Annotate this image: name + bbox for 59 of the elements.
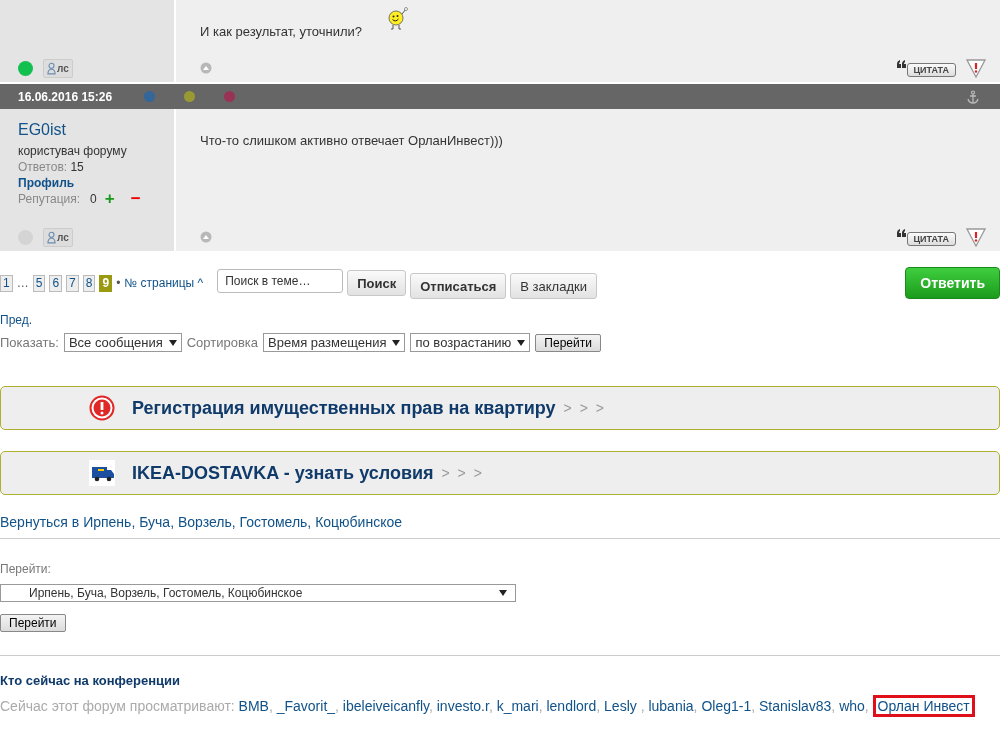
post-text: И как результат, уточнили? [200, 24, 364, 39]
reputation-value: 0 [90, 192, 97, 206]
user-link[interactable]: who [839, 698, 865, 714]
forum-select[interactable]: Ирпень, Буча, Ворзель, Гостомель, Коцюбинское [0, 584, 516, 602]
quote-marks-icon [896, 59, 907, 68]
private-message-button[interactable]: лс [43, 228, 73, 247]
back-to-forum-link[interactable]: Вернуться в Ирпень, Буча, Ворзель, Гостомель, Коцюбинское [0, 514, 1000, 530]
jump-label: Перейти: [0, 562, 52, 576]
reputation-label: Репутация: [18, 192, 81, 206]
page-number-link[interactable]: № страницы ^ [124, 276, 204, 290]
show-label: Показать: [0, 335, 59, 350]
user-link[interactable]: investo.r [436, 698, 489, 714]
sort-label: Сортировка [186, 335, 259, 350]
page-link[interactable]: 6 [49, 274, 63, 292]
jump-button[interactable]: Перейти [0, 614, 66, 632]
user-link[interactable]: Lesly [604, 698, 637, 714]
user-link[interactable]: Орлан Инвест [872, 695, 975, 717]
user-rank: користувач форуму [18, 144, 128, 158]
truck-icon [89, 460, 115, 486]
private-message-button[interactable]: лс [43, 59, 73, 78]
apply-filter-button[interactable]: Перейти [535, 333, 601, 352]
user-link[interactable]: lubania [648, 698, 694, 714]
page-link[interactable]: 8 [82, 274, 96, 292]
posts-count-label: Ответов: [18, 160, 68, 174]
bullet: • [116, 276, 121, 290]
online-users-text: Сейчас этот форум просматривают: BMB, _Favorit_, ibeleiveicanfly, investo.r, k_mari, lendlord, Lesly , lubania, Oleg1-1, Stanislav83, who, Орлан Инвест [0, 694, 1000, 718]
search-field[interactable]: Поиск в теме… [217, 269, 344, 293]
who-is-online-heading: Кто сейчас на конференции [0, 673, 181, 688]
person-icon [47, 62, 56, 75]
search-button[interactable]: Поиск [347, 270, 407, 296]
post-date: 16.06.2016 15:26 [18, 89, 114, 104]
back-to-top-icon[interactable] [200, 231, 212, 243]
posts-count: 15 [70, 160, 84, 174]
banner-link[interactable]: Регистрация имущественных прав на квартиру > > > [0, 386, 1000, 430]
sort-select[interactable]: Время размещения [263, 333, 406, 352]
banner-link[interactable]: IKEA-DOSTAVKA - узнать условия > > > [0, 451, 1000, 495]
report-icon[interactable] [966, 227, 986, 247]
report-icon[interactable] [966, 58, 986, 78]
page-link[interactable]: 1 [0, 274, 13, 292]
username-link[interactable]: EG0ist [18, 121, 174, 139]
post-text: Что-то слишком активно отвечает ОрланИнвест))) [200, 133, 504, 148]
user-link[interactable]: ibeleiveicanfly [342, 698, 429, 714]
page-link[interactable]: 5 [32, 274, 46, 292]
anchor-icon[interactable] [966, 89, 980, 104]
topic-action-button[interactable]: Отписаться [410, 273, 507, 299]
show-select[interactable]: Все сообщения [63, 333, 182, 352]
user-link[interactable]: BMB [238, 698, 269, 714]
previous-page-link[interactable]: Пред. [0, 313, 1000, 327]
exclamation-icon [89, 395, 115, 421]
page-ellipsis: … [16, 276, 29, 290]
topic-action-button[interactable]: В закладки [510, 273, 597, 299]
page-link[interactable]: 7 [66, 274, 79, 292]
reputation-minus[interactable]: − [130, 193, 141, 205]
quote-marks-icon [896, 228, 907, 237]
person-icon [47, 231, 56, 244]
order-select[interactable]: по возрастанию [410, 333, 531, 352]
profile-link[interactable]: Профиль [18, 176, 174, 190]
user-link[interactable]: k_mari [496, 698, 539, 714]
back-to-top-icon[interactable] [200, 62, 212, 74]
